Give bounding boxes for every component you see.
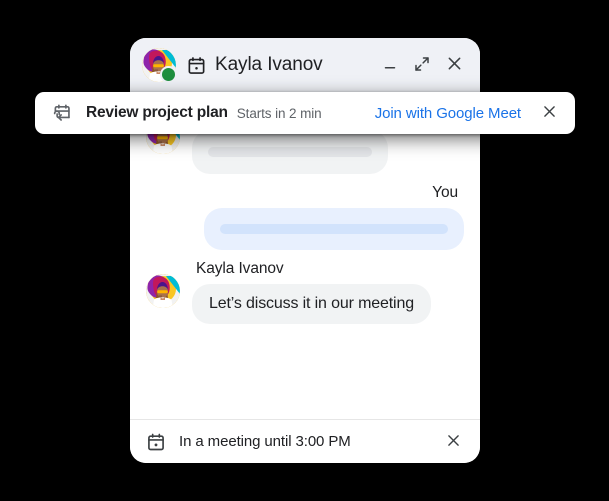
meeting-notification-banner: Review project plan Starts in 2 min Join… — [35, 92, 575, 134]
calendar-arrow-icon — [51, 103, 72, 124]
message-item: Kayla Ivanov Let’s discuss it in our mee… — [146, 260, 464, 324]
page-title: Kayla Ivanov — [215, 54, 323, 75]
message-sender: Kayla Ivanov — [196, 260, 284, 277]
avatar[interactable] — [142, 48, 177, 83]
close-icon — [445, 432, 462, 452]
dismiss-status-button[interactable] — [440, 429, 466, 455]
calendar-icon — [187, 56, 206, 75]
close-button[interactable] — [440, 51, 468, 79]
expand-icon — [413, 55, 431, 76]
message-placeholder-line — [220, 224, 448, 234]
banner-title: Review project plan — [86, 104, 228, 121]
avatar[interactable] — [146, 274, 180, 308]
minimize-button[interactable] — [376, 51, 404, 79]
window-controls — [376, 51, 468, 79]
message-body: You — [204, 184, 464, 250]
message-bubble[interactable] — [204, 208, 464, 250]
calendar-busy-icon — [146, 432, 166, 452]
message-placeholder-line — [208, 147, 372, 157]
dismiss-banner-button[interactable] — [537, 101, 561, 125]
minimize-icon — [381, 55, 399, 76]
message-item: You — [146, 184, 464, 250]
banner-subtitle: Starts in 2 min — [236, 105, 322, 121]
join-with-google-meet-button[interactable]: Join with Google Meet — [375, 105, 521, 122]
close-icon — [541, 103, 558, 123]
message-list: Kayla Ivanov You — [130, 92, 480, 419]
message-body: Kayla Ivanov Let’s discuss it in our mee… — [192, 260, 431, 324]
presence-indicator — [160, 66, 177, 83]
status-text: In a meeting until 3:00 PM — [179, 433, 351, 450]
expand-button[interactable] — [408, 51, 436, 79]
message-bubble[interactable]: Let’s discuss it in our meeting — [192, 284, 431, 324]
status-bar: In a meeting until 3:00 PM — [130, 419, 480, 463]
chat-window-header: Kayla Ivanov — [130, 38, 480, 92]
close-icon — [445, 54, 464, 76]
message-sender: You — [432, 184, 458, 201]
message-bubble[interactable] — [192, 130, 388, 174]
